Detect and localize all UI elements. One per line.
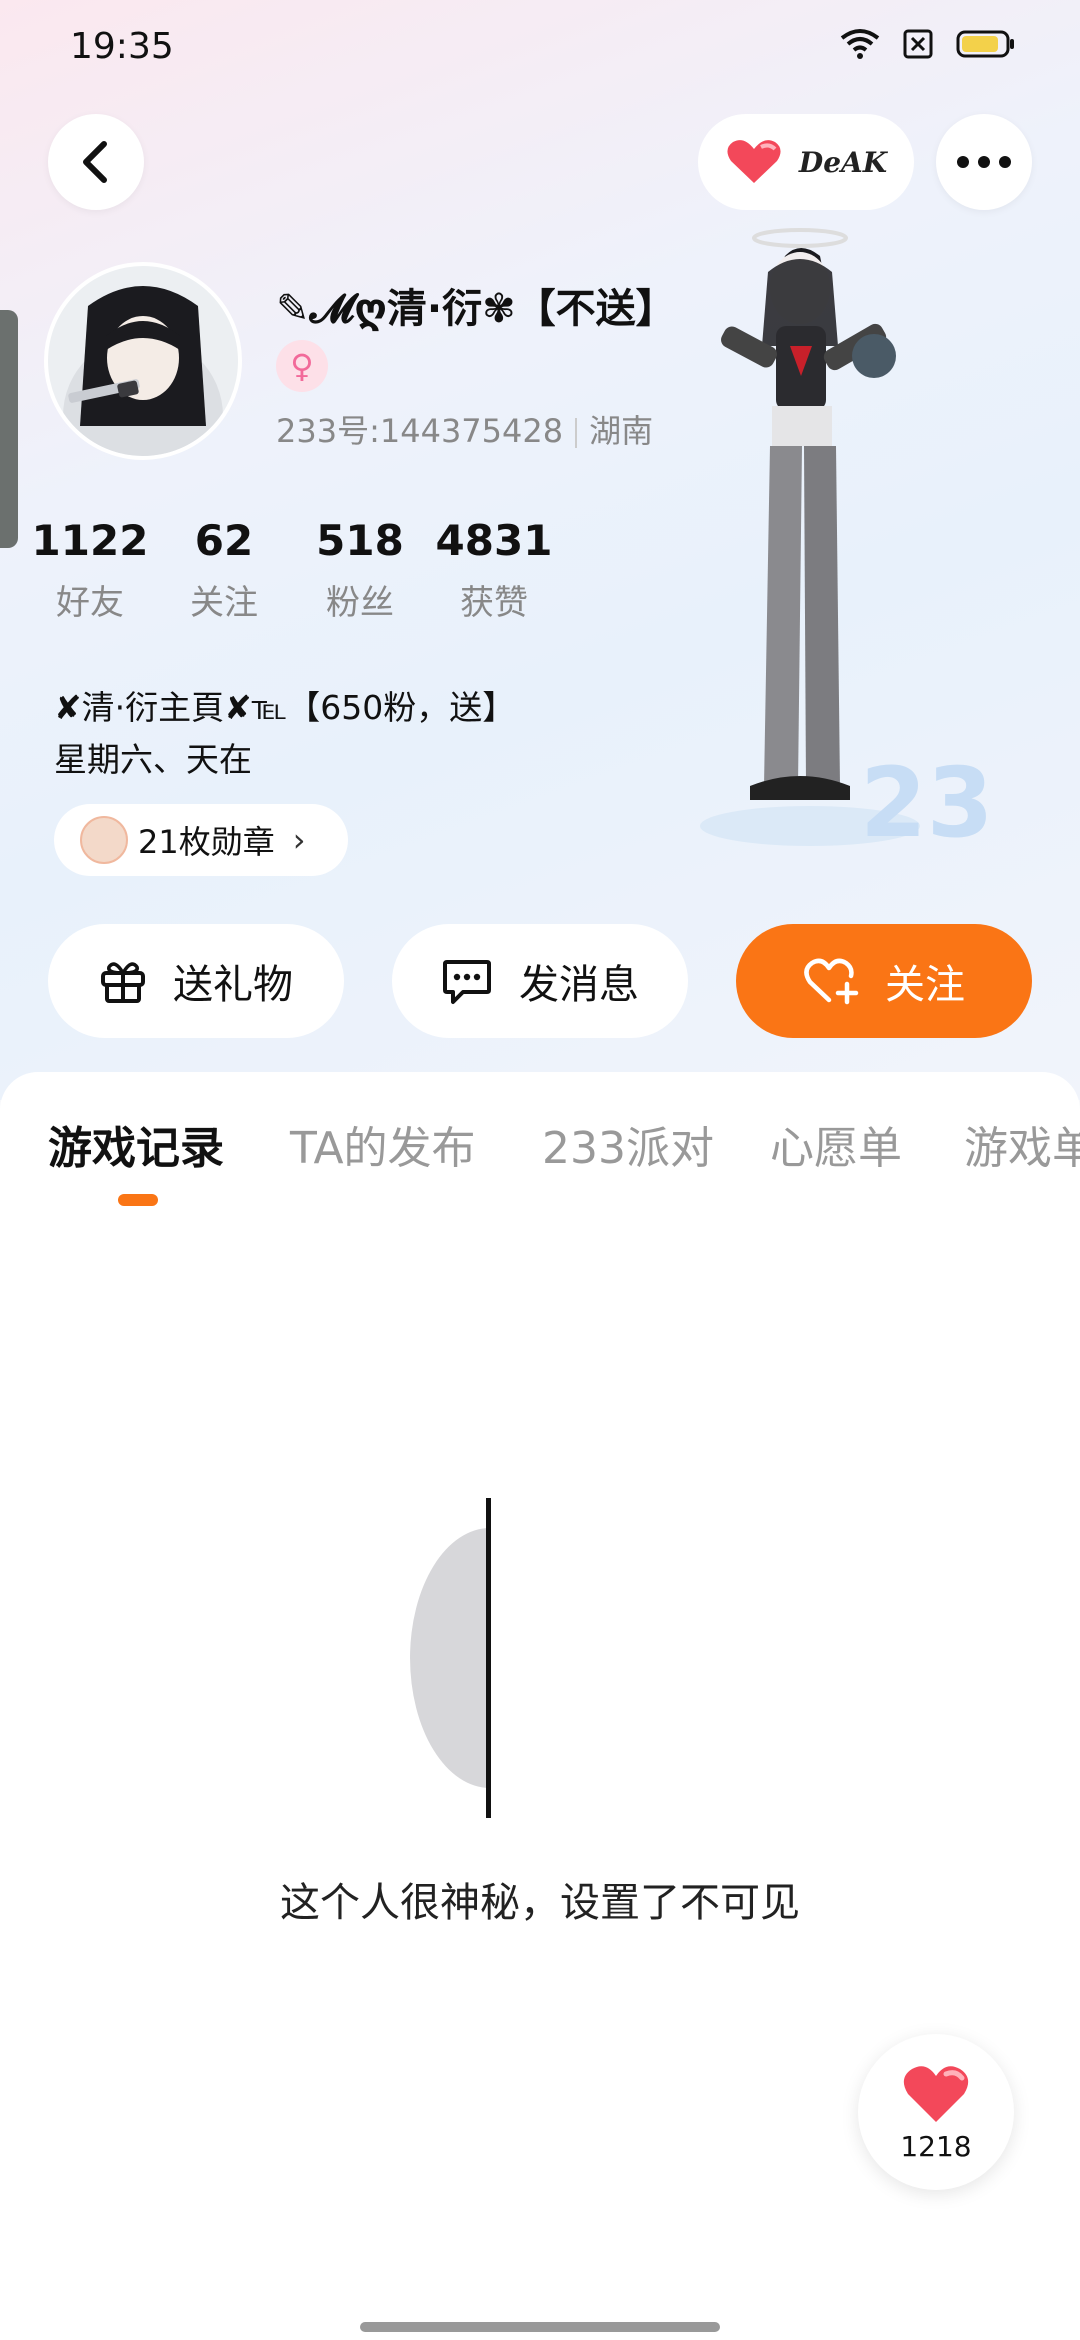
send-gift-label: 送礼物 — [173, 962, 293, 1008]
back-button[interactable] — [48, 114, 144, 210]
svg-text:233: 233 — [860, 747, 990, 859]
stat-fans[interactable]: 518 粉丝 — [300, 516, 420, 624]
dress-up-badge[interactable]: DeAK — [698, 114, 914, 210]
bio-line-1: ✘清·衍主頁✘℡【650粉，送】 — [54, 688, 516, 727]
home-indicator[interactable] — [360, 2322, 720, 2332]
status-bar: 19:35 — [0, 0, 1080, 96]
status-icons — [840, 28, 1016, 60]
gift-icon — [101, 962, 145, 1003]
active-tab-indicator — [118, 1194, 158, 1206]
follow-label: 关注 — [885, 962, 965, 1008]
like-count: 1218 — [900, 2129, 972, 2163]
message-icon — [443, 960, 491, 1004]
status-time: 19:35 — [70, 26, 174, 67]
tab-game-lists[interactable]: 游戏单 — [964, 1112, 1080, 1176]
send-message-button[interactable]: 发消息 — [392, 924, 688, 1038]
battery-icon — [956, 30, 1014, 58]
tab-wishlist[interactable]: 心愿单 — [770, 1112, 902, 1176]
tab-party[interactable]: 233派对 — [542, 1112, 714, 1176]
stat-label: 关注 — [190, 583, 258, 623]
profile-bio: ✘清·衍主頁✘℡【650粉，送】 星期六、天在 — [54, 682, 515, 786]
stat-label: 好友 — [56, 583, 124, 623]
profile-name: ✎𝓜ღ清·衍✾【不送】 — [276, 286, 676, 332]
tab-posts[interactable]: TA的发布 — [290, 1112, 476, 1176]
medals-button[interactable]: 21枚勋章 › — [54, 804, 348, 876]
divider — [575, 418, 578, 448]
profile-id-line: 233号:144375428 湖南 — [276, 406, 653, 452]
avatar[interactable] — [44, 262, 242, 460]
medals-label: 21枚勋章 — [138, 823, 275, 861]
follow-button[interactable]: 关注 — [736, 924, 1032, 1038]
profile-location: 湖南 — [589, 412, 654, 450]
heart-icon — [903, 2065, 969, 2122]
heart-plus-icon — [804, 958, 859, 1005]
stat-following[interactable]: 62 关注 — [164, 516, 284, 624]
stat-label: 获赞 — [460, 583, 528, 623]
stat-value: 4831 — [435, 516, 553, 565]
tab-game-records[interactable]: 游戏记录 — [48, 1112, 224, 1176]
stat-value: 62 — [194, 516, 254, 565]
profile-id: 233号:144375428 — [276, 412, 564, 450]
bio-line-2: 星期六、天在 — [54, 740, 252, 779]
empty-state-illustration — [410, 1498, 491, 1818]
edge-handle[interactable] — [0, 310, 18, 548]
more-dots-icon — [957, 156, 1011, 168]
stat-likes[interactable]: 4831 获赞 — [434, 516, 554, 624]
send-gift-button[interactable]: 送礼物 — [48, 924, 344, 1038]
badge-text: DeAK — [798, 145, 888, 179]
sim-off-icon — [903, 29, 933, 59]
tab-bar: 游戏记录 TA的发布 233派对 心愿单 游戏单 — [0, 1112, 1080, 1212]
chevron-left-icon — [83, 141, 107, 183]
stat-value: 1122 — [31, 516, 149, 565]
chevron-right-icon: › — [292, 821, 306, 859]
stat-label: 粉丝 — [326, 583, 394, 623]
gender-female-icon: ♀ — [276, 340, 328, 392]
empty-state-message: 这个人很神秘，设置了不可见 — [280, 1880, 800, 1926]
medal-icon — [80, 816, 128, 864]
more-button[interactable] — [936, 114, 1032, 210]
avatar-character-image[interactable]: 233 — [690, 226, 990, 866]
stat-friends[interactable]: 1122 好友 — [30, 516, 150, 624]
send-message-label: 发消息 — [519, 962, 639, 1008]
wifi-icon — [840, 29, 880, 59]
stat-value: 518 — [316, 516, 404, 565]
heart-icon — [727, 140, 781, 183]
like-button[interactable]: 1218 — [858, 2034, 1014, 2190]
avatar-image — [48, 266, 238, 456]
